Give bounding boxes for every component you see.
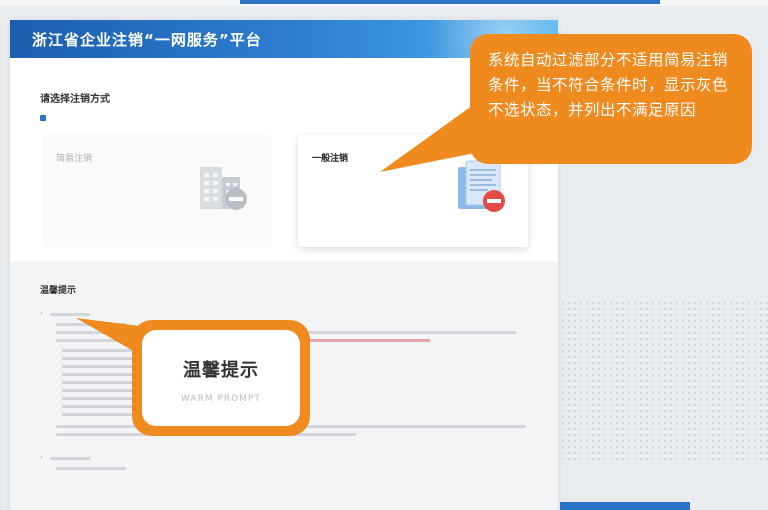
dotted-map-background xyxy=(548,300,768,460)
warm-prompt-title: 温馨提示 xyxy=(40,286,77,296)
text-line xyxy=(62,381,132,384)
text-line xyxy=(62,413,132,416)
filter-callout: 系统自动过滤部分不适用简易注销条件，当不符合条件时，显示灰色不选状态，并列出不满… xyxy=(470,34,752,164)
warm-prompt-callout-inner: 温馨提示 WARM PROMPT xyxy=(142,330,300,426)
bottom-accent-bar xyxy=(560,502,690,510)
filter-callout-text: 系统自动过滤部分不适用简易注销条件，当不符合条件时，显示灰色不选状态，并列出不满… xyxy=(488,51,729,119)
bullet-icon: • xyxy=(40,455,43,461)
text-line xyxy=(56,467,126,470)
text-line xyxy=(62,405,132,408)
text-line xyxy=(62,389,132,392)
text-line-highlight xyxy=(310,339,430,342)
building-icon xyxy=(200,167,247,210)
top-accent-bar xyxy=(240,0,660,4)
text-line xyxy=(50,313,90,316)
bullet-icon: • xyxy=(40,311,43,317)
platform-title: 浙江省企业注销“一网服务”平台 xyxy=(32,30,262,49)
text-line xyxy=(62,397,132,400)
warm-prompt-callout: 温馨提示 WARM PROMPT xyxy=(132,320,310,436)
simple-deregistration-card: 简易注销 xyxy=(42,135,272,247)
warm-prompt-callout-english: WARM PROMPT xyxy=(181,394,261,404)
warm-prompt-callout-title: 温馨提示 xyxy=(183,360,259,381)
text-line xyxy=(50,457,90,460)
info-bullet-icon xyxy=(40,115,46,121)
